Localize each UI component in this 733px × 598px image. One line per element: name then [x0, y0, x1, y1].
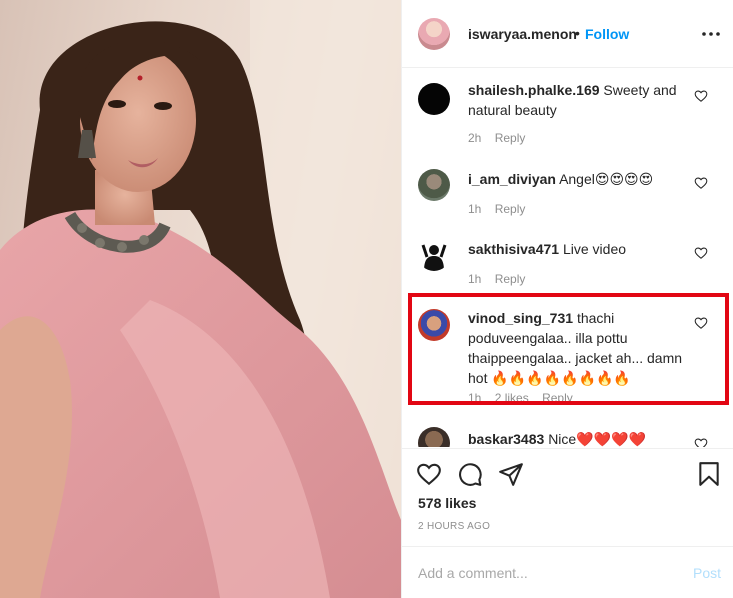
- comment-text-block: baskar3483 Nice❤️❤️❤️❤️: [468, 429, 690, 447]
- comment-meta: 1h Reply: [468, 272, 535, 286]
- comment-icon[interactable]: [457, 461, 483, 487]
- author-avatar[interactable]: [418, 18, 450, 50]
- post-button[interactable]: Post: [693, 565, 721, 581]
- post-header: iswaryaa.menon • Follow: [402, 0, 733, 68]
- post-photo-illustration: [0, 0, 401, 598]
- highlight-box: [408, 293, 729, 405]
- commenter-avatar[interactable]: [418, 169, 450, 201]
- comment-meta: 1h Reply: [468, 202, 535, 216]
- comment-username[interactable]: shailesh.phalke.169: [468, 82, 600, 98]
- post-actions: 578 likes 2 HOURS AGO: [402, 448, 733, 536]
- more-options-icon[interactable]: [700, 24, 722, 44]
- comment-body: Angel😍😍😍😍: [559, 171, 654, 187]
- comment-like-icon[interactable]: [694, 89, 708, 103]
- comment-text-block: sakthisiva471 Live video: [468, 239, 690, 259]
- comment-like-icon[interactable]: [694, 176, 708, 190]
- comments-panel: iswaryaa.menon • Follow shailesh.phalke.…: [401, 0, 733, 598]
- follow-button[interactable]: Follow: [585, 26, 629, 42]
- heart-icon[interactable]: [416, 461, 442, 487]
- comment-text-block: i_am_diviyan Angel😍😍😍😍: [468, 169, 690, 189]
- add-comment-bar: Add a comment... Post: [402, 546, 733, 598]
- commenter-avatar[interactable]: [418, 83, 450, 115]
- commenter-avatar[interactable]: [418, 427, 450, 447]
- likes-count[interactable]: 578 likes: [418, 495, 476, 511]
- comment-body: Live video: [562, 241, 627, 257]
- comment-list[interactable]: shailesh.phalke.169 Sweety and natural b…: [402, 69, 733, 447]
- comment-time[interactable]: 1h: [468, 202, 481, 216]
- share-icon[interactable]: [498, 461, 524, 487]
- commenter-avatar[interactable]: [418, 239, 450, 271]
- comment-username[interactable]: sakthisiva471: [468, 241, 559, 257]
- comment-input[interactable]: Add a comment...: [418, 565, 528, 581]
- bookmark-icon[interactable]: [696, 461, 722, 487]
- comment-username[interactable]: baskar3483: [468, 431, 544, 447]
- separator-dot: •: [575, 25, 580, 41]
- comment-like-icon[interactable]: [694, 437, 708, 447]
- comment-meta: 2h Reply: [468, 131, 535, 145]
- reply-button[interactable]: Reply: [495, 272, 526, 286]
- post-photo[interactable]: [0, 0, 401, 598]
- reply-button[interactable]: Reply: [495, 131, 526, 145]
- post-timestamp[interactable]: 2 HOURS AGO: [418, 521, 490, 532]
- comment-time[interactable]: 1h: [468, 272, 481, 286]
- comment-username[interactable]: i_am_diviyan: [468, 171, 556, 187]
- author-username[interactable]: iswaryaa.menon: [468, 26, 577, 42]
- silhouette-icon: [421, 244, 447, 271]
- comment-time[interactable]: 2h: [468, 131, 481, 145]
- reply-button[interactable]: Reply: [495, 202, 526, 216]
- comment-like-icon[interactable]: [694, 246, 708, 260]
- comment-body: Nice❤️❤️❤️❤️: [548, 431, 646, 447]
- comment-text-block: shailesh.phalke.169 Sweety and natural b…: [468, 80, 690, 120]
